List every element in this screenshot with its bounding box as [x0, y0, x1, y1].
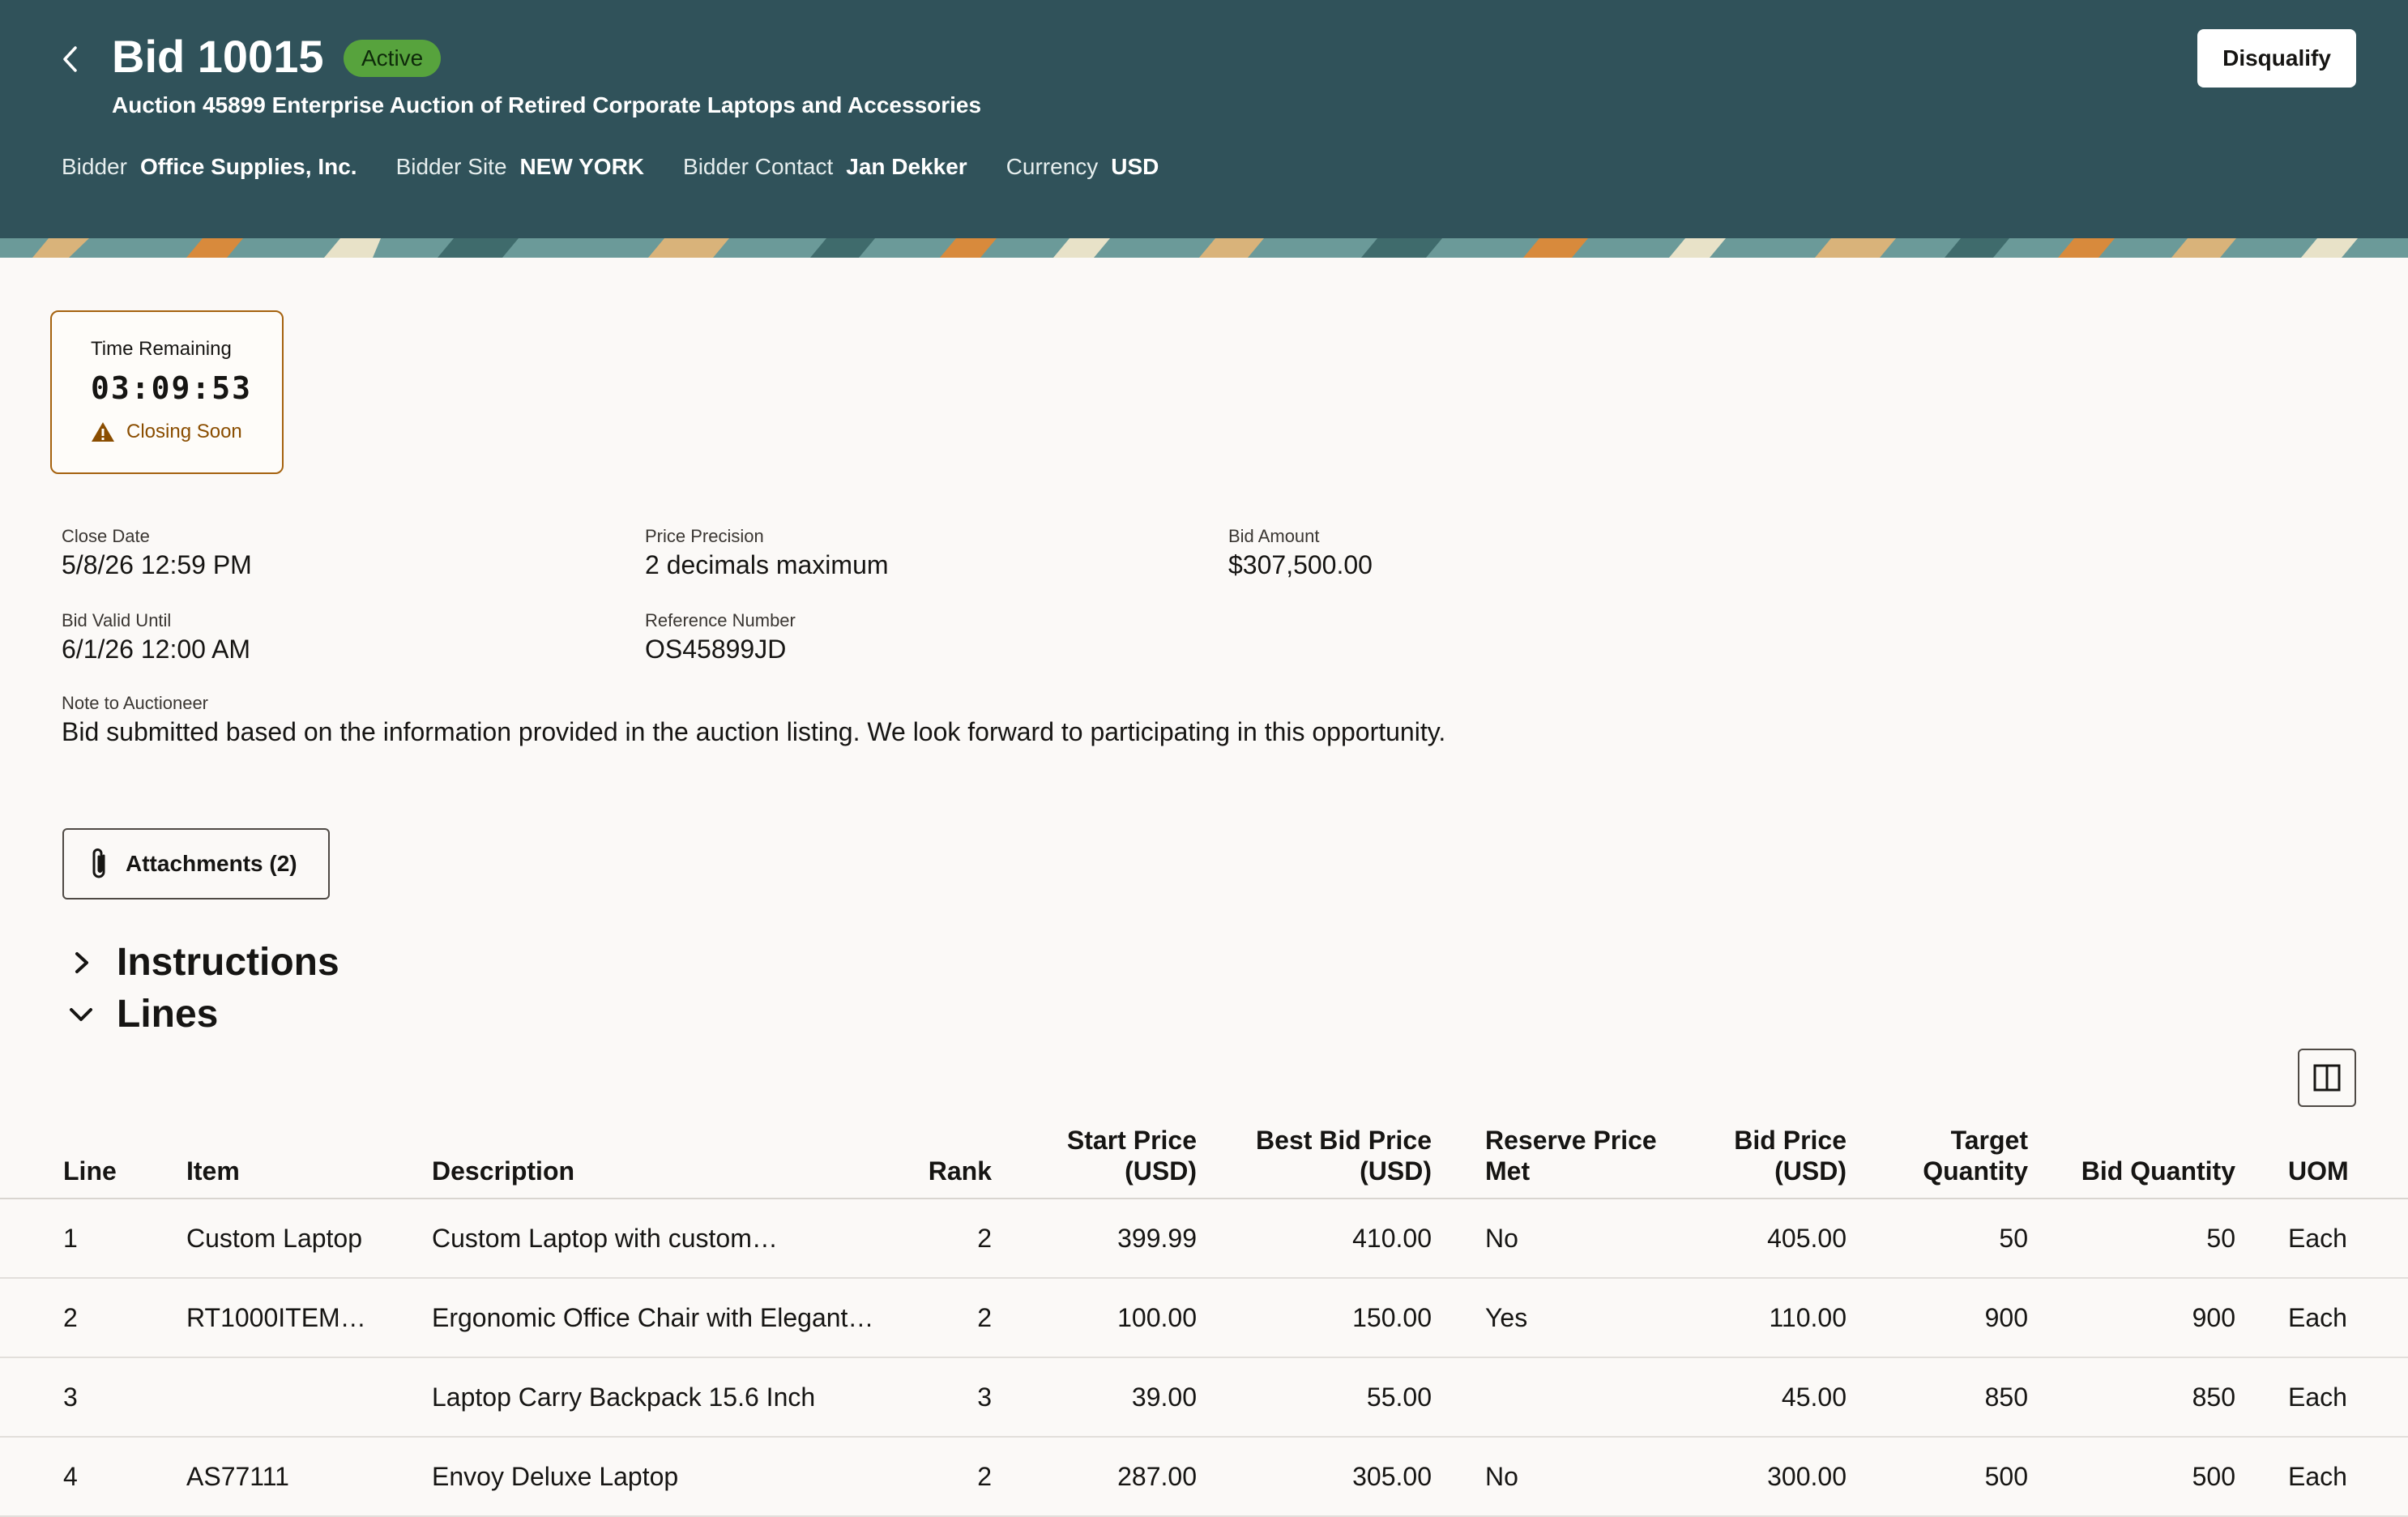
bidder-meta: Bidder Office Supplies, Inc. Bidder Site N…: [62, 154, 1159, 180]
meta-bidder-contact: Bidder Contact Jan Dekker: [683, 154, 967, 179]
col-reserve-price-met[interactable]: Reserve Price Met: [1485, 1125, 1663, 1186]
time-remaining-card: Time Remaining 03:09:53 Closing Soon: [50, 310, 284, 474]
auction-subtitle: Auction 45899 Enterprise Auction of Reti…: [112, 92, 982, 118]
note-to-auctioneer-field: Note to Auctioneer Bid submitted based o…: [62, 693, 1446, 746]
col-item[interactable]: Item: [186, 1156, 389, 1186]
bid-amount-field: Bid Amount $307,500.00: [1228, 526, 1373, 579]
chevron-down-icon: [70, 1007, 92, 1021]
bid-valid-until-field: Bid Valid Until 6/1/26 12:00 AM: [62, 610, 251, 664]
time-remaining-label: Time Remaining: [91, 338, 232, 360]
col-bid-quantity[interactable]: Bid Quantity: [2058, 1156, 2235, 1186]
col-description[interactable]: Description: [432, 1156, 853, 1186]
meta-bidder: Bidder Office Supplies, Inc.: [62, 154, 357, 179]
column-layout-button[interactable]: [2298, 1049, 2356, 1107]
col-line[interactable]: Line: [63, 1156, 152, 1186]
chevron-right-icon: [75, 951, 88, 973]
table-header: Line Item Description Rank Start Price (…: [0, 1115, 2408, 1199]
decorative-banner: [0, 238, 2408, 258]
col-bid-price[interactable]: Bid Price (USD): [1701, 1125, 1847, 1186]
disqualify-button[interactable]: Disqualify: [2197, 29, 2356, 88]
table-row[interactable]: 2 RT1000ITEM… Ergonomic Office Chair wit…: [0, 1279, 2408, 1358]
col-target-quantity[interactable]: Target Quantity: [1888, 1125, 2028, 1186]
col-rank[interactable]: Rank: [907, 1156, 992, 1186]
close-date-field: Close Date 5/8/26 12:59 PM: [62, 526, 252, 579]
col-start-price[interactable]: Start Price (USD): [1045, 1125, 1197, 1186]
price-precision-field: Price Precision 2 decimals maximum: [645, 526, 889, 579]
chevron-left-icon: [63, 46, 77, 72]
table-row[interactable]: 1 Custom Laptop Custom Laptop with custo…: [0, 1199, 2408, 1279]
page-header: Bid 10015 Active Auction 45899 Enterpris…: [0, 0, 2408, 238]
paperclip-icon: [92, 848, 105, 878]
instructions-section-toggle[interactable]: Instructions: [66, 940, 339, 985]
reference-number-field: Reference Number OS45899JD: [645, 610, 796, 664]
banner-pattern-icon: [0, 238, 2408, 258]
closing-soon-warning: Closing Soon: [91, 421, 242, 443]
time-remaining-value: 03:09:53: [91, 370, 253, 406]
meta-bidder-site: Bidder Site NEW YORK: [395, 154, 645, 179]
page-title: Bid 10015: [112, 31, 324, 82]
warning-icon: [92, 422, 114, 442]
columns-icon: [2313, 1064, 2341, 1092]
back-button[interactable]: [50, 37, 89, 81]
lines-table: Line Item Description Rank Start Price (…: [0, 1115, 2408, 1517]
col-uom[interactable]: UOM: [2288, 1156, 2377, 1186]
table-row[interactable]: 3 Laptop Carry Backpack 15.6 Inch 3 39.0…: [0, 1358, 2408, 1438]
table-row[interactable]: 4 AS77111 Envoy Deluxe Laptop 2 287.00 3…: [0, 1438, 2408, 1517]
status-badge: Active: [344, 40, 442, 77]
attachments-button[interactable]: Attachments (2): [62, 828, 330, 900]
lines-section-toggle[interactable]: Lines: [66, 992, 218, 1036]
meta-currency: Currency USD: [1005, 154, 1159, 179]
col-best-bid-price[interactable]: Best Bid Price (USD): [1248, 1125, 1432, 1186]
